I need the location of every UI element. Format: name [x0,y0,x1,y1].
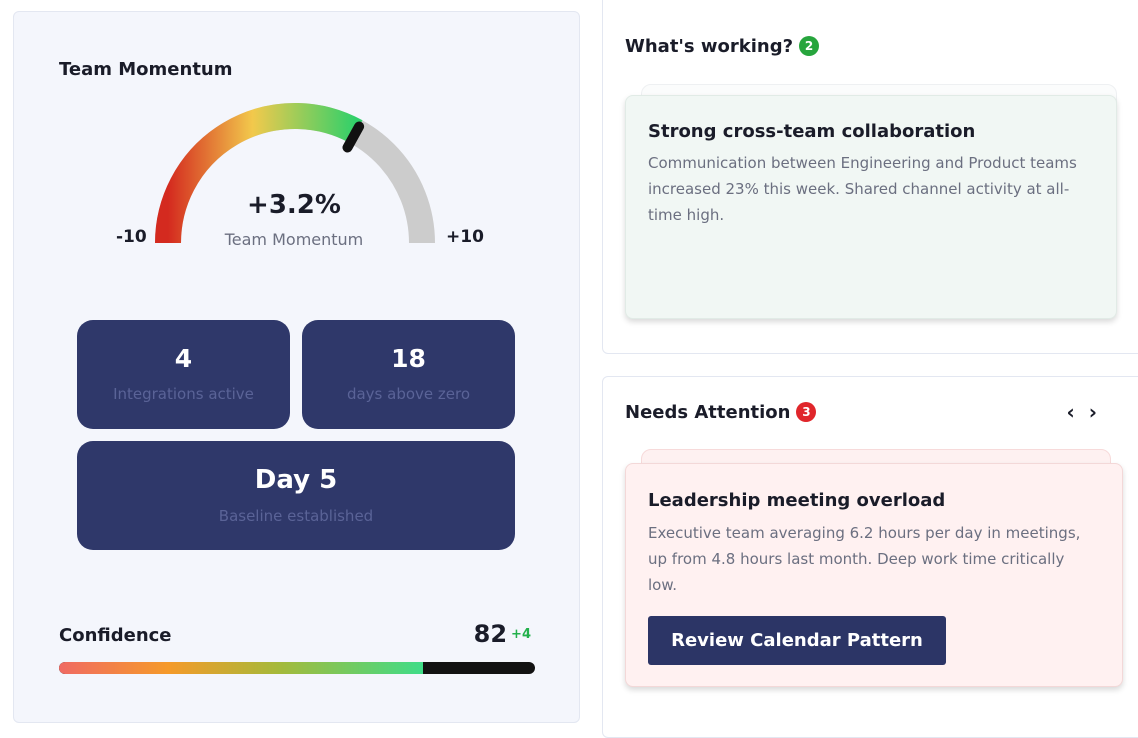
confidence-value: 82 [473,620,508,648]
stat-card-integrations: 4 Integrations active [77,320,290,429]
momentum-value: +3.2% [247,190,341,220]
confidence-bar [59,662,535,674]
chevron-left-icon[interactable]: ‹ [1067,400,1075,424]
whats-working-panel: What's working? 2 Strong cross-team colla… [602,0,1138,354]
stat-label: Integrations active [113,385,254,403]
insight-card[interactable]: Strong cross-team collaboration Communic… [625,95,1117,319]
stat-label: Baseline established [218,507,374,525]
stat-label: days above zero [346,385,471,403]
alert-text: Executive team averaging 6.2 hours per d… [648,524,1081,594]
insight-text: Communication between Engineering and Pr… [648,154,1077,224]
count-badge: 3 [796,402,817,422]
carousel-nav: ‹ › [1053,400,1098,424]
stat-value: Day 5 [254,465,338,495]
needs-attention-panel: Needs Attention 3 ‹ › Leadership meeting o… [602,376,1138,738]
confidence-value-group: 82 +4 [474,620,531,648]
alert-card[interactable]: Leadership meeting overload Executive te… [625,463,1123,687]
chevron-right-icon[interactable]: › [1089,400,1097,424]
section-title: What's working? [625,36,794,57]
count-badge: 2 [799,36,820,56]
stat-card-days-above-zero: 18 days above zero [302,320,515,429]
momentum-caption: Team Momentum [224,230,364,249]
stat-card-baseline: Day 5 Baseline established [77,441,515,550]
whats-working-title: What's working? 2 [625,36,820,57]
stat-value: 4 [174,344,193,373]
needs-attention-title: Needs Attention 3 [625,402,817,423]
gauge-max-label: +10 [446,227,484,247]
review-calendar-pattern-button[interactable]: Review Calendar Pattern [648,616,946,665]
alert-title: Leadership meeting overload [648,490,946,511]
insight-title: Strong cross-team collaboration [648,121,976,142]
confidence-bar-fill [59,662,424,674]
confidence-label: Confidence [59,625,172,646]
confidence-delta: +4 [511,627,531,642]
gauge-fill [155,102,363,244]
gauge-min-label: -10 [116,227,147,247]
team-momentum-panel: Team Momentum +3.2% Team Momentum -10 +1… [13,11,580,723]
section-title: Needs Attention [625,402,791,423]
stat-value: 18 [391,344,426,373]
